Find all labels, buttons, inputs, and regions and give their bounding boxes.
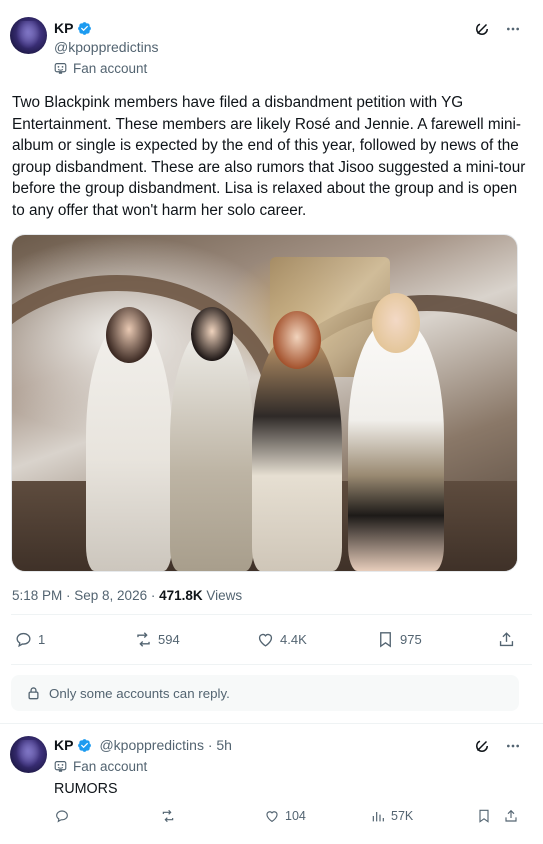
tweet-text: Two Blackpink members have filed a disba… <box>12 94 526 219</box>
more-icon[interactable] <box>505 21 521 37</box>
share-button[interactable] <box>503 808 519 824</box>
views-button[interactable]: 57K <box>370 808 413 824</box>
repost-button[interactable]: 594 <box>134 630 180 649</box>
more-icon[interactable] <box>505 738 521 754</box>
views-count: 57K <box>391 809 414 823</box>
verified-badge-icon <box>78 21 92 35</box>
fan-account-label: Fan account <box>54 61 147 76</box>
avatar[interactable] <box>10 736 47 773</box>
lock-icon <box>28 687 39 700</box>
fan-mask-icon <box>54 63 67 74</box>
reply-button[interactable]: 1 <box>14 630 45 649</box>
grok-icon[interactable] <box>473 20 491 38</box>
display-name[interactable]: KP <box>54 737 73 753</box>
share-icon <box>505 809 517 822</box>
person-figure <box>86 307 172 571</box>
like-count: 104 <box>285 809 306 823</box>
views-label: Views <box>202 588 243 603</box>
reply-icon <box>16 632 31 648</box>
display-name[interactable]: KP <box>54 20 73 36</box>
tweet-action-bar: 1 594 4.4K 975 <box>0 630 543 654</box>
reply-action-bar: 104 57K <box>0 808 543 828</box>
reply-author-row: KP @kpoppredictins · 5h <box>54 737 232 753</box>
verified-badge-icon <box>78 738 92 752</box>
person-figure <box>348 293 444 571</box>
fan-account-label: Fan account <box>54 759 147 774</box>
repost-icon <box>162 809 174 823</box>
like-icon <box>266 811 278 822</box>
person-figure <box>252 311 342 571</box>
author-handle[interactable]: @kpoppredictins <box>54 39 159 55</box>
bookmark-icon <box>380 632 391 648</box>
repost-count: 594 <box>158 632 180 647</box>
person-head <box>372 293 420 353</box>
reply-icon <box>56 810 68 823</box>
like-count: 4.4K <box>280 632 307 647</box>
fan-mask-icon <box>54 761 67 772</box>
fan-account-text: Fan account <box>73 759 148 774</box>
reply-count: 1 <box>38 632 46 647</box>
repost-icon <box>137 632 150 647</box>
repost-button[interactable] <box>160 808 176 824</box>
reply-text: RUMORS <box>54 781 118 797</box>
bookmark-button[interactable] <box>476 808 492 824</box>
person-figure <box>170 307 254 571</box>
grok-icon[interactable] <box>473 737 491 755</box>
person-head <box>191 307 233 361</box>
tweet-timestamp[interactable]: 5:18 PM · Sep 8, 2026 · <box>12 588 159 603</box>
reply-button[interactable] <box>54 808 70 824</box>
reply-tweet[interactable]: KP @kpoppredictins · 5h Fan account RUMO… <box>0 724 543 844</box>
bookmark-count: 975 <box>400 632 422 647</box>
divider <box>11 664 532 665</box>
share-button[interactable] <box>497 630 516 649</box>
person-head <box>273 311 321 369</box>
reply-top-actions <box>473 737 521 755</box>
like-button[interactable]: 104 <box>264 808 306 824</box>
reply-restriction-text: Only some accounts can reply. <box>49 685 230 701</box>
person-head <box>106 307 152 363</box>
author-name-row: KP <box>54 20 92 36</box>
tweet-photo[interactable] <box>11 234 518 572</box>
tweet-meta: 5:18 PM · Sep 8, 2026 · 471.8K Views <box>12 588 242 603</box>
like-button[interactable]: 4.4K <box>256 630 307 649</box>
tweet-top-actions <box>473 20 521 38</box>
divider <box>11 614 532 615</box>
author-handle[interactable]: @kpoppredictins · 5h <box>99 737 232 753</box>
views-count: 471.8K <box>159 588 203 603</box>
share-icon <box>499 632 514 647</box>
reply-restriction-notice: Only some accounts can reply. <box>11 675 519 711</box>
bookmark-button[interactable]: 975 <box>376 630 422 649</box>
views-icon <box>372 812 384 822</box>
like-icon <box>258 633 273 647</box>
fan-account-text: Fan account <box>73 61 148 76</box>
bookmark-icon <box>479 809 489 823</box>
avatar[interactable] <box>10 17 47 54</box>
